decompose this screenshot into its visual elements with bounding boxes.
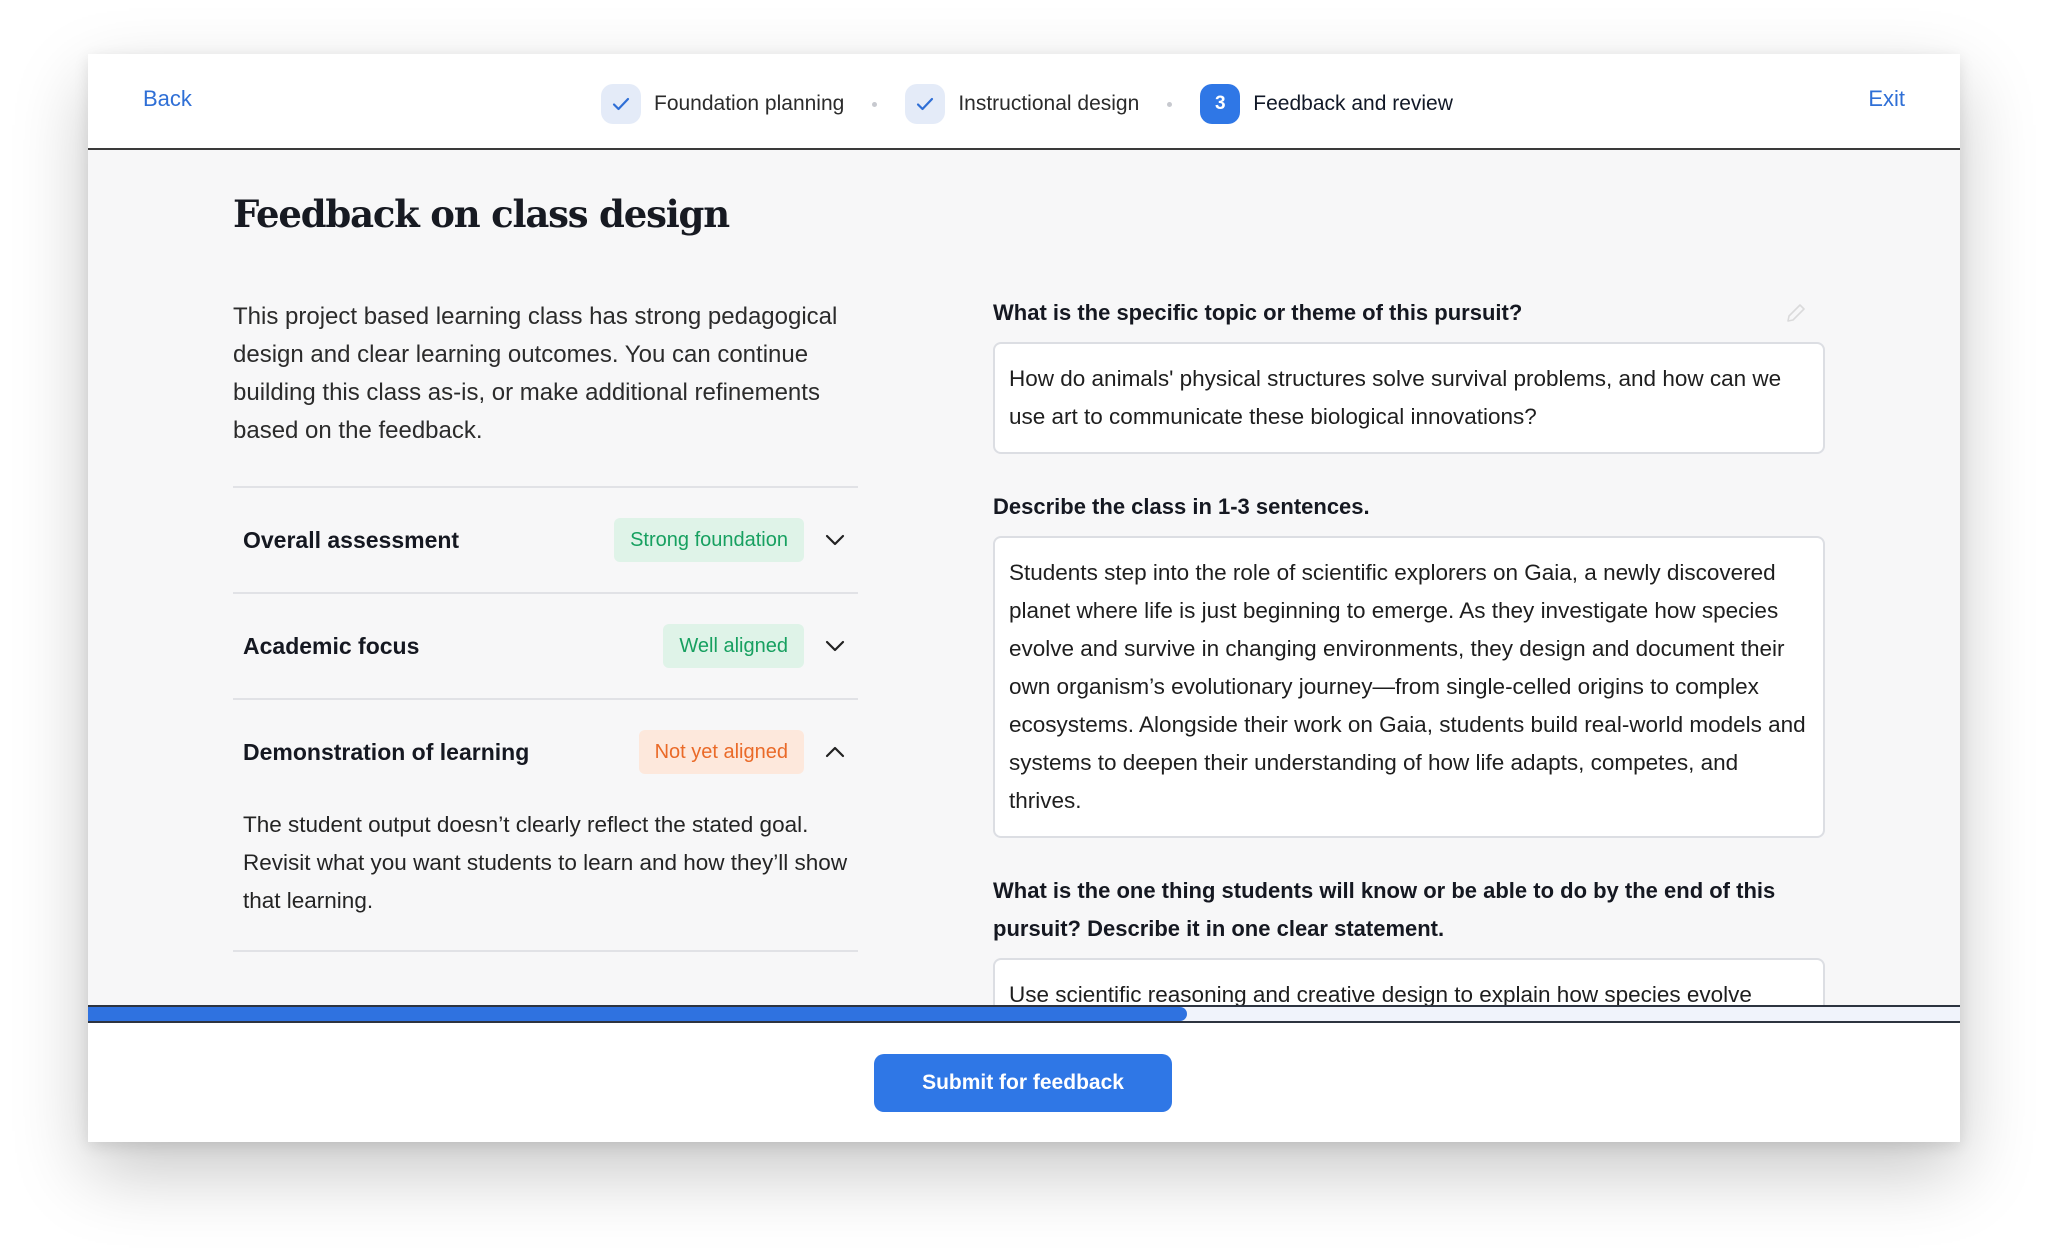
feedback-title: Overall assessment xyxy=(243,526,460,553)
app-window: Back Foundation planning Instructional d… xyxy=(88,54,1960,1142)
question-label: What is the one thing students will know… xyxy=(993,878,1776,941)
feedback-item-overall-assessment: Overall assessment Strong foundation xyxy=(233,488,858,594)
step-separator xyxy=(872,101,878,107)
top-nav: Back Foundation planning Instructional d… xyxy=(88,54,1960,150)
step-complete-badge xyxy=(601,84,641,124)
step-number-badge: 3 xyxy=(1200,84,1241,124)
back-link[interactable]: Back xyxy=(143,86,192,112)
step-label: Instructional design xyxy=(958,92,1140,115)
step-feedback-and-review[interactable]: 3 Feedback and review xyxy=(1200,84,1453,124)
feedback-body: The student output doesn’t clearly refle… xyxy=(243,812,848,913)
chevron-down-icon[interactable] xyxy=(822,527,848,553)
step-label: Feedback and review xyxy=(1253,92,1453,115)
feedback-accordion: Overall assessment Strong foundation Aca… xyxy=(233,486,858,952)
topic-answer-field[interactable]: How do animals' physical structures solv… xyxy=(993,342,1825,454)
progress-bar xyxy=(88,1005,1960,1023)
step-separator xyxy=(1167,101,1173,107)
check-icon xyxy=(917,97,934,111)
step-foundation-planning[interactable]: Foundation planning xyxy=(601,84,844,124)
accordion-header[interactable]: Demonstration of learning Not yet aligne… xyxy=(233,700,858,804)
intro-text: This project based learning class has st… xyxy=(233,303,838,444)
submit-for-feedback-button[interactable]: Submit for feedback xyxy=(874,1054,1172,1112)
accordion-header[interactable]: Academic focus Well aligned xyxy=(233,594,858,698)
exit-link[interactable]: Exit xyxy=(1868,86,1905,112)
feedback-title: Demonstration of learning xyxy=(243,738,530,765)
step-complete-badge xyxy=(905,84,946,124)
accordion-header[interactable]: Overall assessment Strong foundation xyxy=(233,488,858,592)
progress-bar-fill xyxy=(88,1007,1187,1021)
feedback-title: Academic focus xyxy=(243,632,420,659)
status-badge: Not yet aligned xyxy=(638,730,804,774)
feedback-item-demonstration-of-learning: Demonstration of learning Not yet aligne… xyxy=(233,700,858,952)
check-icon xyxy=(612,97,630,111)
status-badge: Well aligned xyxy=(663,624,804,668)
progress-stepper: Foundation planning Instructional design… xyxy=(601,84,1453,124)
status-badge: Strong foundation xyxy=(614,518,804,562)
chevron-down-icon[interactable] xyxy=(822,633,848,659)
footer-bar: Submit for feedback xyxy=(88,1023,1960,1142)
class-details-form: What is the specific topic or theme of t… xyxy=(993,294,1825,1066)
class-description-field[interactable]: Students step into the role of scientifi… xyxy=(993,536,1825,838)
chevron-up-icon[interactable] xyxy=(822,739,848,765)
step-label: Foundation planning xyxy=(654,92,845,115)
question-label: Describe the class in 1-3 sentences. xyxy=(993,494,1370,519)
step-instructional-design[interactable]: Instructional design xyxy=(905,84,1139,124)
pencil-icon[interactable] xyxy=(1785,302,1807,329)
question-label: What is the specific topic or theme of t… xyxy=(993,300,1523,325)
page-title: Feedback on class design xyxy=(233,192,730,236)
feedback-item-academic-focus: Academic focus Well aligned xyxy=(233,594,858,700)
